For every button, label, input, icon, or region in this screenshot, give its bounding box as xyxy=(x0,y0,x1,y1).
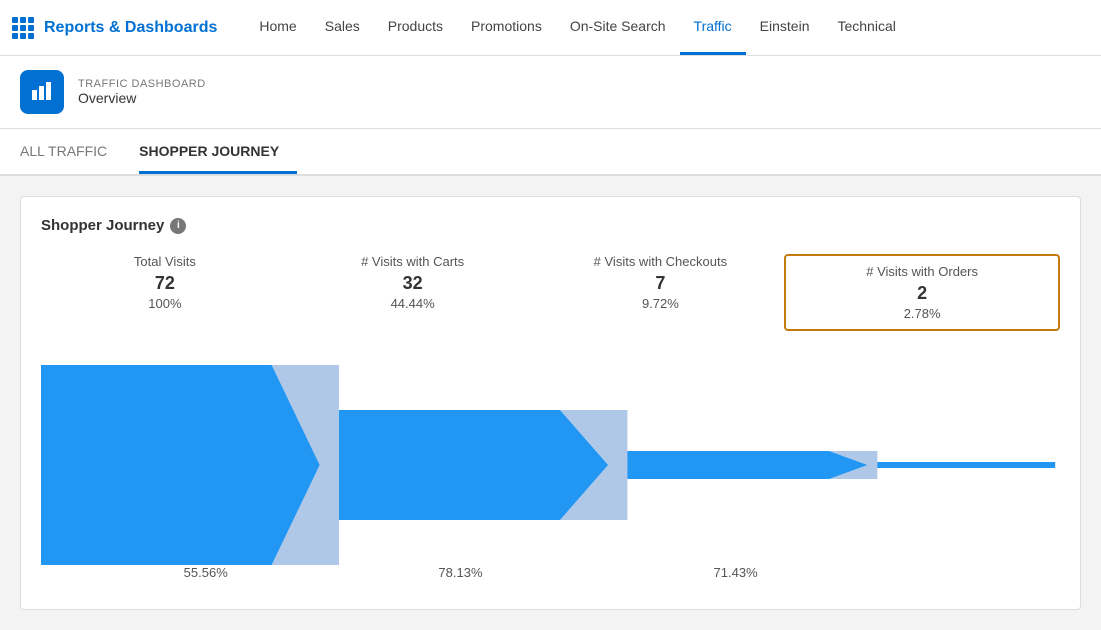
metric-pct-visits-orders: 2.78% xyxy=(798,306,1046,321)
funnel-chart xyxy=(41,355,1060,575)
nav-item-traffic[interactable]: Traffic xyxy=(680,0,746,55)
nav-item-sales[interactable]: Sales xyxy=(311,0,374,55)
metric-visits-carts: # Visits with Carts 32 44.44% xyxy=(289,254,537,331)
metric-visits-orders: # Visits with Orders 2 2.78% xyxy=(784,254,1060,331)
metric-value-visits-carts: 32 xyxy=(289,273,537,294)
nav-items: Home Sales Products Promotions On-Site S… xyxy=(245,0,1089,55)
dashboard-title-group: TRAFFIC DASHBOARD Overview xyxy=(78,78,206,106)
funnel-pct-2: 78.13% xyxy=(438,565,482,580)
nav-item-products[interactable]: Products xyxy=(374,0,457,55)
nav-item-home[interactable]: Home xyxy=(245,0,310,55)
sub-tab-shopper-journey[interactable]: SHOPPER JOURNEY xyxy=(139,129,297,174)
metric-label-total-visits: Total Visits xyxy=(41,254,289,269)
shopper-journey-card: Shopper Journey i Total Visits 72 100% #… xyxy=(20,196,1081,610)
metric-visits-checkouts: # Visits with Checkouts 7 9.72% xyxy=(537,254,785,331)
metric-label-visits-carts: # Visits with Carts xyxy=(289,254,537,269)
funnel-bottom-pcts: 55.56% 78.13% 71.43% xyxy=(41,565,1060,589)
metric-pct-total-visits: 100% xyxy=(41,296,289,311)
card-title-text: Shopper Journey xyxy=(41,217,164,234)
bar-chart-icon xyxy=(30,80,54,104)
metric-value-visits-checkouts: 7 xyxy=(537,273,785,294)
info-icon[interactable]: i xyxy=(170,218,186,234)
app-grid-icon[interactable] xyxy=(12,17,34,39)
sub-tabs: ALL TRAFFIC SHOPPER JOURNEY xyxy=(0,129,1101,176)
top-nav: Reports & Dashboards Home Sales Products… xyxy=(0,0,1101,56)
app-title: Reports & Dashboards xyxy=(44,19,217,37)
nav-item-technical[interactable]: Technical xyxy=(823,0,909,55)
metrics-row: Total Visits 72 100% # Visits with Carts… xyxy=(41,254,1060,331)
nav-item-promotions[interactable]: Promotions xyxy=(457,0,556,55)
metric-label-visits-orders: # Visits with Orders xyxy=(798,264,1046,279)
metric-value-visits-orders: 2 xyxy=(798,283,1046,304)
metric-pct-visits-carts: 44.44% xyxy=(289,296,537,311)
metric-value-total-visits: 72 xyxy=(41,273,289,294)
card-title: Shopper Journey i xyxy=(41,217,1060,234)
main-content: Shopper Journey i Total Visits 72 100% #… xyxy=(0,176,1101,630)
funnel-svg xyxy=(41,355,1060,575)
dashboard-subtitle: Overview xyxy=(78,90,206,106)
dashboard-label: TRAFFIC DASHBOARD xyxy=(78,78,206,90)
funnel-pct-3: 71.43% xyxy=(714,565,758,580)
dashboard-header: TRAFFIC DASHBOARD Overview xyxy=(0,56,1101,129)
dashboard-icon xyxy=(20,70,64,114)
metric-pct-visits-checkouts: 9.72% xyxy=(537,296,785,311)
funnel-pct-1: 55.56% xyxy=(184,565,228,580)
metric-total-visits: Total Visits 72 100% xyxy=(41,254,289,331)
nav-item-onsite-search[interactable]: On-Site Search xyxy=(556,0,680,55)
metric-label-visits-checkouts: # Visits with Checkouts xyxy=(537,254,785,269)
nav-item-einstein[interactable]: Einstein xyxy=(746,0,824,55)
sub-tab-all-traffic[interactable]: ALL TRAFFIC xyxy=(20,129,125,174)
